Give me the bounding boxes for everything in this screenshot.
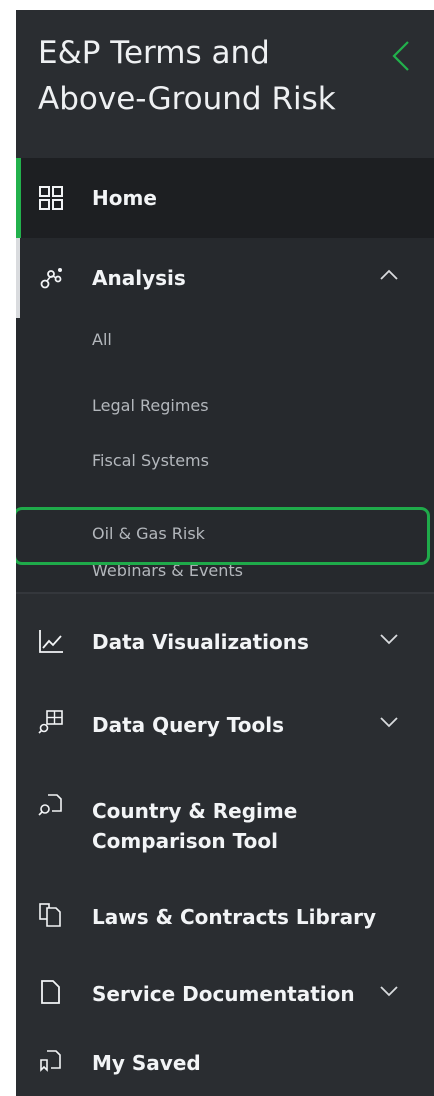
collapse-sidebar-button[interactable] xyxy=(386,38,416,74)
nav-item-my-saved[interactable]: My Saved xyxy=(16,1036,434,1096)
chevron-down-icon[interactable] xyxy=(376,626,402,652)
sidebar: E&P Terms and Above-Ground Risk Home Ana… xyxy=(16,10,434,1096)
subnav-item-legal-regimes[interactable]: Legal Regimes xyxy=(16,387,434,427)
nav-label-my-saved: My Saved xyxy=(92,1051,201,1075)
subnav-label: Legal Regimes xyxy=(92,396,209,415)
nav-item-laws-library[interactable]: Laws & Contracts Library xyxy=(16,890,434,950)
nav-item-data-query-tools[interactable]: Data Query Tools xyxy=(16,699,434,759)
subnav-label: Oil & Gas Risk xyxy=(92,524,205,543)
nav-label-data-visualizations: Data Visualizations xyxy=(92,630,309,654)
query-tool-icon xyxy=(38,709,64,735)
nav-label-home: Home xyxy=(92,186,157,210)
nav-item-home[interactable]: Home xyxy=(16,158,434,238)
document-icon xyxy=(38,979,64,1005)
nav-label-laws-library: Laws & Contracts Library xyxy=(92,905,377,929)
nav-label-comparison-tool: Country & Regime Comparison Tool xyxy=(92,796,297,856)
dashboard-grid-icon xyxy=(38,185,64,211)
nav-item-data-visualizations[interactable]: Data Visualizations xyxy=(16,616,434,676)
comparison-line-1: Country & Regime xyxy=(92,799,298,823)
subnav-item-webinars-events[interactable]: Webinars & Events xyxy=(16,552,434,592)
chevron-down-icon[interactable] xyxy=(376,978,402,1004)
saved-bookmark-icon xyxy=(38,1048,64,1074)
nav-item-analysis[interactable]: Analysis xyxy=(16,238,434,318)
active-indicator xyxy=(16,158,21,238)
subnav-item-all[interactable]: All xyxy=(16,321,434,361)
subnav-label: Webinars & Events xyxy=(92,561,244,580)
chevron-down-icon[interactable] xyxy=(376,709,402,735)
app-title: E&P Terms and Above-Ground Risk xyxy=(38,35,336,117)
nav-label-analysis: Analysis xyxy=(92,266,186,290)
subnav-item-fiscal-systems[interactable]: Fiscal Systems xyxy=(16,442,434,482)
subnav-label: Fiscal Systems xyxy=(92,451,209,470)
chevron-up-icon[interactable] xyxy=(376,262,402,288)
line-chart-icon xyxy=(38,628,64,654)
nav-label-service-documentation: Service Documentation xyxy=(92,982,355,1006)
nav-label-data-query-tools: Data Query Tools xyxy=(92,713,285,737)
analysis-icon xyxy=(38,265,64,291)
library-documents-icon xyxy=(38,902,64,928)
divider xyxy=(16,592,434,594)
chevron-left-icon xyxy=(392,41,409,71)
nav-item-comparison-tool[interactable]: Country & Regime Comparison Tool xyxy=(16,786,434,866)
nav-item-service-documentation[interactable]: Service Documentation xyxy=(16,967,434,1027)
comparison-line-2: Comparison Tool xyxy=(92,829,278,853)
sidebar-header: E&P Terms and Above-Ground Risk xyxy=(16,10,434,158)
subnav-item-oil-gas-risk[interactable]: Oil & Gas Risk xyxy=(16,515,434,555)
compare-document-icon xyxy=(38,792,64,818)
subnav-label: All xyxy=(92,330,112,349)
